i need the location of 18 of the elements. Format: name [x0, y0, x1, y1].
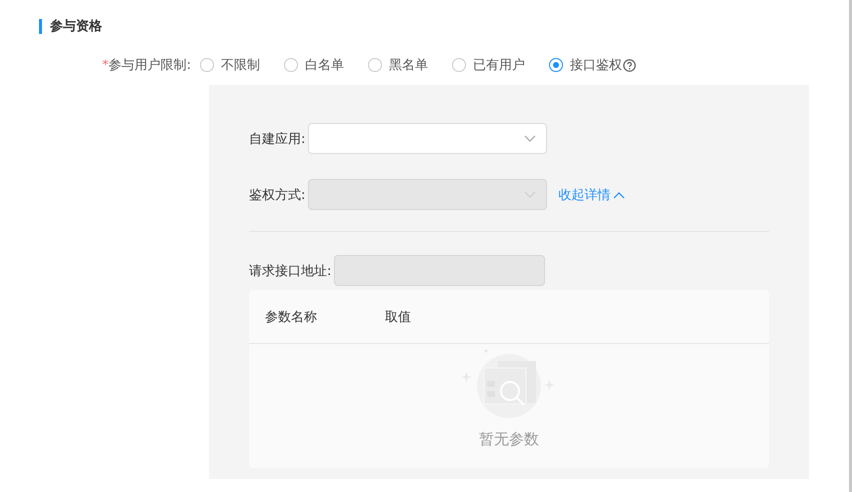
column-header: 参数名称: [265, 308, 318, 326]
chevron-down-icon: [524, 134, 536, 142]
section-marker: [39, 18, 42, 34]
radio-option[interactable]: 已有用户: [452, 56, 525, 74]
column-header: 取值: [385, 308, 412, 326]
help-icon[interactable]: [623, 58, 636, 72]
empty-text: 暂无参数: [479, 430, 539, 449]
field-label: 请求接口地址:: [249, 262, 332, 280]
field-label: *参与用户限制:: [102, 57, 191, 74]
select-field[interactable]: [308, 123, 548, 154]
section-title: 参与资格: [50, 18, 102, 35]
field-label: 自建应用:: [249, 130, 306, 148]
field-label: 鉴权方式:: [249, 186, 306, 204]
radio-option[interactable]: 白名单: [284, 56, 344, 74]
radio-option[interactable]: 黑名单: [368, 56, 428, 74]
collapse-icon: [613, 190, 626, 198]
radio-option[interactable]: 接口鉴权: [549, 56, 636, 74]
radio-option[interactable]: 不限制: [200, 56, 260, 74]
